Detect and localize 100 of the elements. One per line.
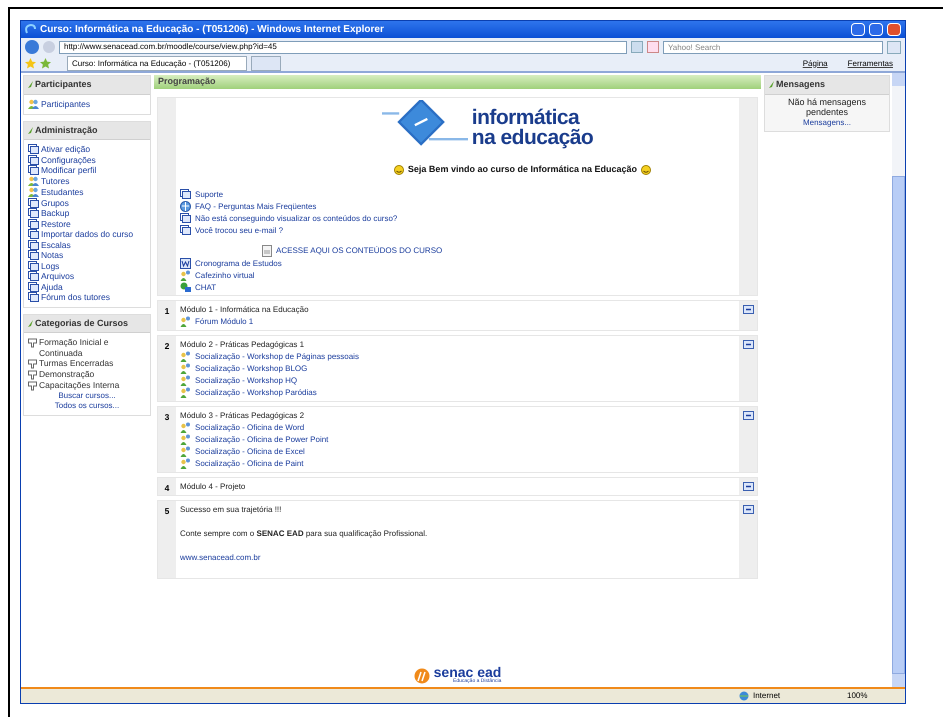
collapse-icon[interactable] [742, 304, 754, 314]
sidebar-link[interactable]: Notas [41, 250, 64, 260]
people-icon [28, 176, 39, 186]
section-title: Módulo 2 - Práticas Pedagógicas 1 [180, 338, 306, 350]
window-icon [28, 260, 39, 270]
messages-link[interactable]: Mensagens... [802, 116, 852, 128]
resource-link[interactable]: CHAT [195, 282, 216, 292]
section-text: Conte sempre com o SENAC EAD para sua qualificação Profissional. [180, 528, 428, 538]
search-button[interactable] [887, 40, 901, 54]
back-button[interactable] [25, 40, 39, 54]
sidebar-link[interactable]: Backup [41, 208, 70, 218]
window-icon [180, 225, 191, 235]
window-icon [28, 198, 39, 208]
section-title: Módulo 3 - Práticas Pedagógicas 2 [180, 410, 306, 420]
sidebar-link[interactable]: Logs [41, 260, 60, 271]
smiley-icon [641, 164, 651, 175]
block-title: Categorias de Cursos [35, 316, 128, 330]
window-icon [28, 250, 39, 260]
activity-link[interactable]: Socialização - Workshop HQ [195, 374, 298, 386]
forum-icon [180, 434, 191, 444]
sidebar-link[interactable]: Estudantes [41, 186, 84, 197]
sidebar-link[interactable]: Demonstração [39, 369, 94, 380]
window-icon [28, 240, 39, 250]
sidebar-link[interactable]: Buscar cursos... [28, 391, 146, 401]
resource-link[interactable]: Você trocou seu e-mail ? [195, 224, 284, 236]
sidebar-link[interactable]: Importar dados do curso [41, 229, 134, 240]
collapse-icon[interactable] [742, 340, 754, 348]
activity-link[interactable]: Socialização - Workshop de Páginas pessoais [195, 350, 359, 362]
window-icon [180, 189, 191, 199]
sidebar-link[interactable]: Todos os cursos... [28, 401, 146, 411]
zoom-level[interactable]: 100% [847, 690, 897, 702]
address-field[interactable]: http://www.senacead.com.br/moodle/course/view.php?id=45 [59, 40, 627, 54]
browser-logo-icon [25, 24, 36, 35]
activity-link[interactable]: Socialização - Oficina de Power Point [195, 434, 328, 444]
resource-link[interactable]: Cronograma de Estudos [195, 258, 282, 268]
website-link[interactable]: www.senacead.com.br [180, 552, 735, 562]
section-number: 1 [158, 300, 176, 330]
section-number: 4 [158, 478, 176, 494]
collapse-icon[interactable] [742, 410, 754, 420]
document-icon [262, 244, 272, 256]
forum-icon [180, 458, 191, 468]
activity-link[interactable]: Socialização - Workshop BLOG [195, 362, 308, 374]
leaf-icon [28, 81, 33, 88]
window-icon [28, 271, 39, 281]
window-icon [180, 213, 191, 223]
forum-icon [180, 446, 191, 456]
sidebar-link[interactable]: Grupos [41, 198, 69, 208]
activity-link[interactable]: Socialização - Oficina de Paint [195, 458, 304, 468]
section-header: Programação [154, 75, 761, 89]
resource-link[interactable]: FAQ - Perguntas Mais Freqüentes [195, 200, 316, 212]
sidebar-link[interactable]: Fórum dos tutores [41, 292, 110, 302]
close-button[interactable] [887, 23, 901, 36]
window-icon [28, 165, 39, 175]
category-icon [28, 338, 37, 348]
window-icon [28, 208, 39, 218]
sidebar-link[interactable]: Arquivos [41, 271, 74, 282]
sidebar-link[interactable]: Configurações [41, 154, 96, 165]
sidebar-link[interactable]: Ativar edição [41, 144, 90, 154]
messages-text: Não há mensagens pendentes [786, 96, 868, 116]
sidebar-link[interactable]: Formação Inicial e Continuada [39, 337, 146, 358]
resource-link[interactable]: Cafezinho virtual [195, 270, 255, 280]
minimize-button[interactable] [851, 23, 865, 36]
resource-link[interactable]: Suporte [195, 188, 224, 200]
activity-link[interactable]: Socialização - Oficina de Word [195, 422, 304, 432]
resource-link[interactable]: Não está conseguindo visualizar os conteúdos do curso? [195, 212, 398, 224]
new-tab-button[interactable] [251, 56, 281, 71]
search-field[interactable]: Yahoo! Search [663, 40, 883, 54]
sidebar-link[interactable]: Escalas [41, 240, 71, 250]
activity-link[interactable]: Fórum Módulo 1 [195, 316, 254, 326]
forum-icon [180, 316, 191, 326]
sidebar-link[interactable]: Restore [41, 218, 71, 229]
leaf-icon [28, 126, 33, 134]
collapse-icon[interactable] [742, 482, 754, 490]
activity-link[interactable]: Socialização - Workshop Paródias [195, 386, 317, 398]
globe-icon [180, 200, 191, 212]
resource-link[interactable]: ACESSE AQUI OS CONTEÚDOS DO CURSO [276, 245, 442, 256]
sidebar-link[interactable]: Capacitações Interna [39, 380, 120, 390]
leaf-icon [769, 81, 774, 88]
globe-icon [739, 691, 749, 701]
add-favorite-icon[interactable] [40, 58, 51, 69]
maximize-button[interactable] [869, 23, 883, 36]
favorites-star-icon[interactable] [25, 58, 36, 69]
senac-logo-icon [414, 668, 430, 684]
sidebar-link[interactable]: Participantes [41, 98, 90, 109]
scrollbar[interactable] [892, 73, 905, 687]
toolbar-menu[interactable]: Página [794, 58, 836, 70]
collapse-icon[interactable] [742, 504, 754, 514]
browser-tab[interactable]: Curso: Informática na Educação - (T051206) [67, 56, 247, 71]
sidebar-link[interactable]: Ajuda [41, 282, 63, 292]
window-icon [28, 282, 39, 292]
section-number: 5 [158, 500, 176, 578]
sidebar-link[interactable]: Tutores [41, 176, 70, 186]
window-icon [28, 292, 39, 302]
window-title: Curso: Informática na Educação - (T051206) - Windows Internet Explorer [40, 23, 385, 37]
activity-link[interactable]: Socialização - Oficina de Excel [195, 446, 305, 456]
stop-button[interactable] [647, 41, 659, 53]
sidebar-link[interactable]: Turmas Encerradas [39, 358, 114, 368]
toolbar-menu[interactable]: Ferramentas [840, 58, 901, 70]
forum-icon [180, 374, 191, 386]
sidebar-link[interactable]: Modificar perfil [41, 165, 96, 176]
